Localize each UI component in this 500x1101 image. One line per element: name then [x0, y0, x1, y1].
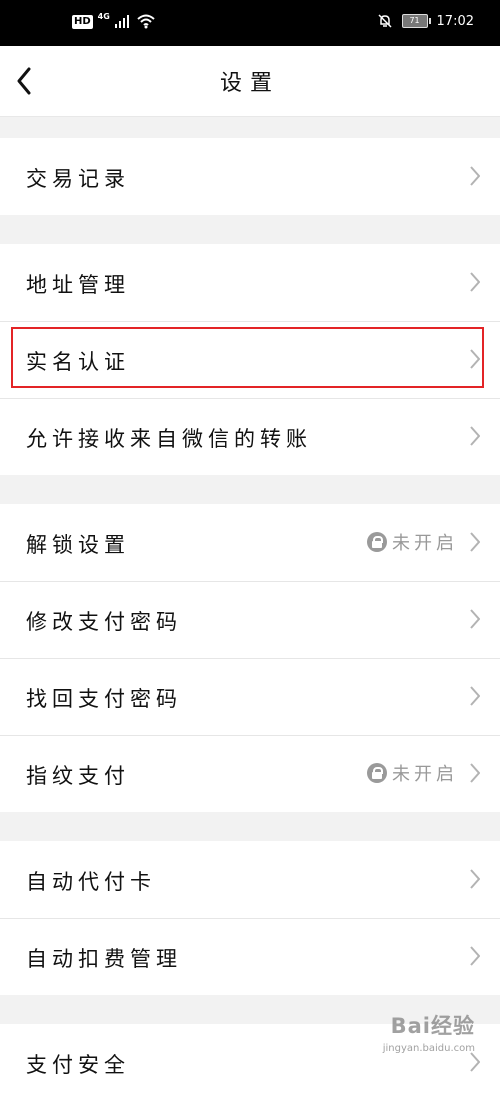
status-text: 未开启: [392, 533, 458, 554]
setting-label: 解锁设置: [26, 533, 130, 557]
network-label: 4G: [97, 12, 110, 21]
chevron-right-icon: [470, 869, 480, 889]
status-not-enabled: 未开启: [367, 529, 458, 555]
section-gap: [0, 215, 500, 244]
status-bar: HD 4G 71 17:02: [0, 0, 500, 46]
setting-label: 允许接收来自微信的转账: [26, 427, 312, 451]
chevron-right-icon: [470, 532, 480, 552]
chevron-right-icon: [470, 946, 480, 966]
setting-label: 自动代付卡: [26, 870, 156, 894]
settings-group-auto-pay: 自动代付卡 自动扣费管理: [0, 841, 500, 995]
setting-label: 地址管理: [26, 273, 130, 297]
settings-group-transactions: 交易记录: [0, 138, 500, 215]
setting-label: 指纹支付: [26, 764, 130, 788]
mute-bell-icon: [378, 14, 392, 28]
chevron-right-icon: [470, 272, 480, 292]
wifi-icon: [137, 14, 155, 29]
setting-label: 自动扣费管理: [26, 947, 182, 971]
section-gap: [0, 117, 500, 138]
page-title: 设置: [219, 71, 280, 96]
settings-group-account: 地址管理 实名认证 允许接收来自微信的转账: [0, 244, 500, 475]
status-left: HD 4G: [72, 12, 156, 29]
setting-wechat-transfer[interactable]: 允许接收来自微信的转账: [0, 398, 500, 475]
setting-change-payment-password[interactable]: 修改支付密码: [0, 581, 500, 658]
status-text: 未开启: [392, 764, 458, 785]
settings-group-security: 解锁设置 未开启 修改支付密码 找回支付密码 指纹支付 未开启: [0, 504, 500, 812]
chevron-right-icon: [470, 349, 480, 369]
chevron-right-icon: [470, 426, 480, 446]
setting-label: 找回支付密码: [26, 687, 182, 711]
signal-icon: [114, 15, 129, 28]
setting-auto-payment-card[interactable]: 自动代付卡: [0, 841, 500, 918]
chevron-right-icon: [470, 166, 480, 186]
battery-level: 71: [409, 16, 420, 25]
chevron-right-icon: [470, 1052, 480, 1072]
lock-icon: [367, 763, 387, 783]
setting-recover-payment-password[interactable]: 找回支付密码: [0, 658, 500, 735]
setting-transaction-records[interactable]: 交易记录: [0, 138, 500, 215]
chevron-right-icon: [470, 763, 480, 783]
setting-label: 支付安全: [26, 1053, 130, 1077]
section-gap: [0, 995, 500, 1024]
navigation-bar: 设置: [0, 46, 500, 117]
hd-badge: HD: [72, 14, 93, 29]
chevron-right-icon: [470, 609, 480, 629]
section-gap: [0, 475, 500, 504]
setting-address-management[interactable]: 地址管理: [0, 244, 500, 321]
setting-label: 实名认证: [26, 350, 130, 374]
lock-icon: [367, 532, 387, 552]
setting-label: 交易记录: [26, 167, 130, 191]
status-right: 71 17:02: [377, 13, 474, 29]
section-gap: [0, 812, 500, 841]
setting-auto-deduction[interactable]: 自动扣费管理: [0, 918, 500, 995]
chevron-right-icon: [470, 686, 480, 706]
settings-group-payment-security: 支付安全: [0, 1024, 500, 1101]
status-not-enabled: 未开启: [367, 760, 458, 786]
setting-payment-security[interactable]: 支付安全: [0, 1024, 500, 1101]
battery-icon: 71: [401, 14, 431, 28]
setting-unlock[interactable]: 解锁设置 未开启: [0, 504, 500, 581]
setting-real-name-verification[interactable]: 实名认证: [0, 321, 500, 398]
setting-label: 修改支付密码: [26, 610, 182, 634]
setting-fingerprint-payment[interactable]: 指纹支付 未开启: [0, 735, 500, 812]
status-time: 17:02: [436, 13, 474, 29]
